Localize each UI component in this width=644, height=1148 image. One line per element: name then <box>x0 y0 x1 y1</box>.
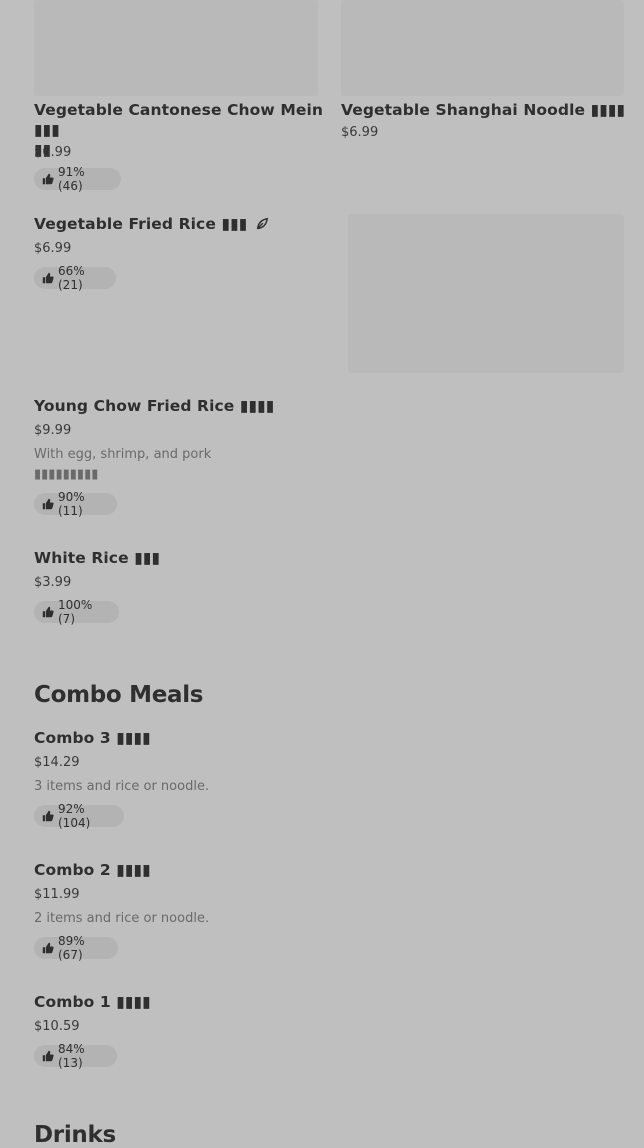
item-name: Vegetable Shanghai Noodle ▮▮▮▮ <box>341 101 626 119</box>
thumbs-up-icon <box>42 498 54 510</box>
item-name: Combo 2 ▮▮▮▮ <box>34 861 151 879</box>
rating-text: 90% (11) <box>58 490 85 518</box>
rating-badge: 100% (7) <box>34 598 119 626</box>
rating-text: 66% (21) <box>58 264 85 292</box>
item-price: $6.99 <box>341 125 379 140</box>
item-price: $11.99 <box>34 887 80 902</box>
item-price: $9.99 <box>34 423 72 438</box>
rating-badge: 92% (104) <box>34 802 124 830</box>
item-name: Vegetable Fried Rice ▮▮▮ <box>34 214 269 236</box>
leaf-icon <box>255 216 269 236</box>
rating-badge: 66% (21) <box>34 264 116 292</box>
thumbs-up-icon <box>42 1050 54 1062</box>
section-title-drinks: Drinks <box>34 1122 116 1148</box>
item-description: 2 items and rice or noodle. <box>34 911 210 926</box>
rating-badge: 84% (13) <box>34 1042 117 1070</box>
item-price: $10.59 <box>34 1019 80 1034</box>
item-image-shanghai-noodle[interactable] <box>341 0 624 96</box>
item-price: $14.29 <box>34 755 80 770</box>
rating-text: 100% (7) <box>58 598 93 626</box>
thumbs-up-icon <box>42 173 54 185</box>
rating-text: 91% (46) <box>58 165 85 193</box>
item-name: Combo 3 ▮▮▮▮ <box>34 729 151 747</box>
item-price: $6.99 <box>34 241 72 256</box>
item-price: $3.99 <box>34 575 72 590</box>
thumbs-up-icon <box>42 810 54 822</box>
section-title-combo-meals: Combo Meals <box>34 682 204 708</box>
item-name: Vegetable Cantonese Chow Mein ▮▮▮ ▮▮ <box>34 101 324 159</box>
thumbs-up-icon <box>42 606 54 618</box>
rating-badge: 90% (11) <box>34 490 117 518</box>
thumbs-up-icon <box>42 942 54 954</box>
rating-text: 92% (104) <box>58 802 91 830</box>
item-name: Combo 1 ▮▮▮▮ <box>34 993 151 1011</box>
item-image-cantonese-chow-mein[interactable] <box>34 0 318 96</box>
item-description: With egg, shrimp, and pork ▮▮▮▮▮▮▮▮▮ <box>34 447 212 482</box>
item-name: White Rice ▮▮▮ <box>34 549 161 567</box>
item-price: $6.99 <box>34 145 72 160</box>
rating-badge: 89% (67) <box>34 934 118 962</box>
item-name: Young Chow Fried Rice ▮▮▮▮ <box>34 397 275 415</box>
thumbs-up-icon <box>42 272 54 284</box>
rating-text: 84% (13) <box>58 1042 85 1070</box>
rating-badge: 91% (46) <box>34 165 121 193</box>
rating-text: 89% (67) <box>58 934 85 962</box>
item-description: 3 items and rice or noodle. <box>34 779 210 794</box>
item-image-vegetable-fried-rice[interactable] <box>348 214 624 373</box>
